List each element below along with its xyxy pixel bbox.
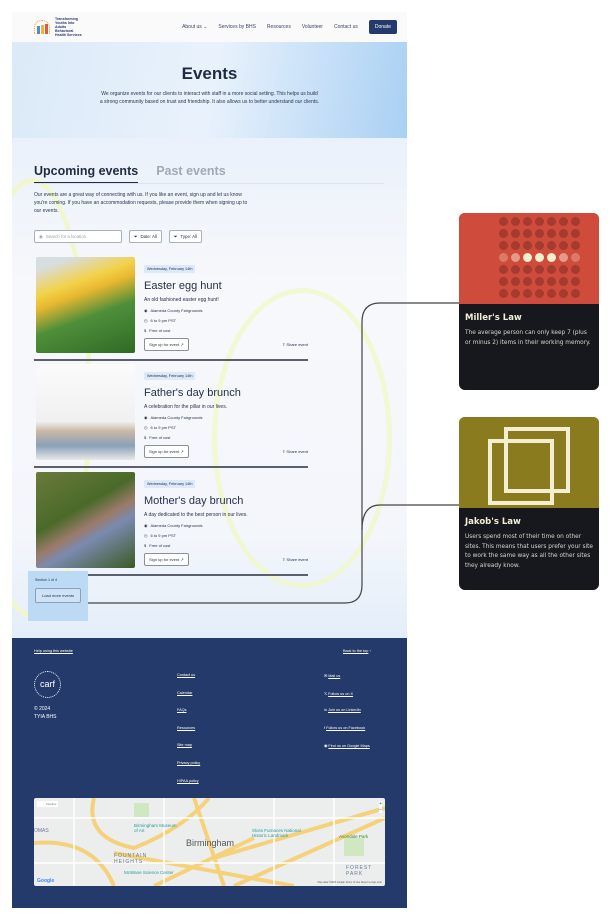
dot	[547, 253, 556, 262]
dot	[571, 253, 580, 262]
dot	[511, 289, 520, 298]
dot	[523, 265, 532, 274]
dot	[571, 241, 580, 250]
dot	[523, 229, 532, 238]
dot	[499, 265, 508, 274]
millers-law-card: Miller's Law The average person can only…	[459, 213, 599, 390]
dot	[559, 289, 568, 298]
dot	[499, 289, 508, 298]
law-text: The average person can only keep 7 (plus…	[465, 330, 591, 346]
dot	[511, 253, 520, 262]
dot	[559, 229, 568, 238]
dot	[547, 229, 556, 238]
dot	[511, 217, 520, 226]
dot	[523, 289, 532, 298]
dot	[535, 217, 544, 226]
dot	[571, 265, 580, 274]
dot	[535, 265, 544, 274]
dot	[499, 229, 508, 238]
dot	[499, 277, 508, 286]
dot	[511, 229, 520, 238]
dot	[547, 265, 556, 274]
dot	[535, 229, 544, 238]
law-text: Users spend most of their time on other …	[465, 534, 593, 569]
dot	[523, 241, 532, 250]
dot	[523, 253, 532, 262]
dot	[499, 217, 508, 226]
law-title: Miller's Law	[465, 313, 522, 323]
dot	[547, 241, 556, 250]
dot	[523, 217, 532, 226]
dot	[559, 265, 568, 274]
dot	[547, 289, 556, 298]
dot	[571, 289, 580, 298]
dot	[559, 277, 568, 286]
dot	[535, 277, 544, 286]
dot	[511, 277, 520, 286]
dot	[547, 277, 556, 286]
dot	[571, 217, 580, 226]
jakobs-law-card: Jakob's Law Users spend most of their ti…	[459, 417, 599, 590]
dot	[559, 241, 568, 250]
dot	[547, 217, 556, 226]
dot	[511, 241, 520, 250]
dot	[571, 277, 580, 286]
dots-illustration	[459, 213, 599, 304]
squares-illustration	[459, 417, 599, 508]
law-title: Jakob's Law	[465, 517, 521, 527]
dot	[571, 229, 580, 238]
dot	[523, 277, 532, 286]
dot	[535, 241, 544, 250]
dot	[535, 253, 544, 262]
dot	[499, 241, 508, 250]
dot	[559, 217, 568, 226]
dot	[511, 265, 520, 274]
dot	[499, 253, 508, 262]
dot	[559, 253, 568, 262]
dot	[535, 289, 544, 298]
